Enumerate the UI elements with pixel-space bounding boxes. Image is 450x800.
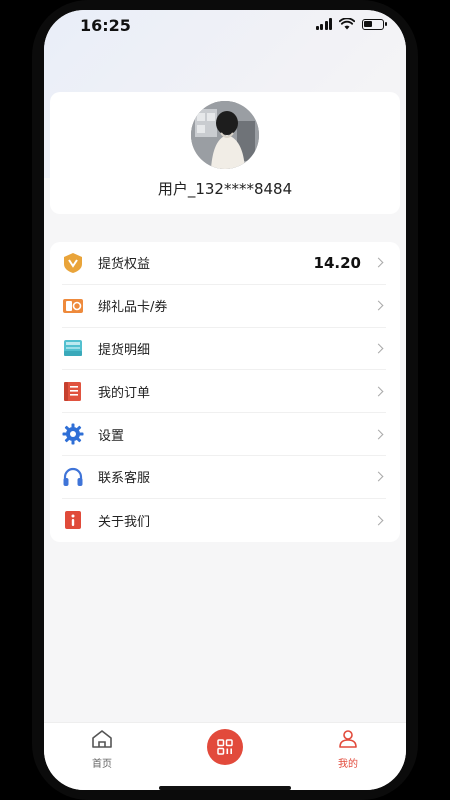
home-icon: [92, 730, 112, 748]
menu-item-label: 我的订单: [98, 385, 151, 401]
gold-badge-icon: [62, 252, 84, 274]
menu-item-label: 联系客服: [98, 471, 151, 487]
tab-home[interactable]: 首页: [62, 729, 142, 770]
chevron-right-icon: [373, 429, 384, 440]
wifi-icon: [339, 18, 355, 30]
tab-home-label: 首页: [92, 759, 112, 770]
menu-list: 提货权益 14.20 绑礼品卡/券 提货明细 我的订单 设置 联系客服 关于我们: [50, 242, 400, 542]
profile-card[interactable]: 用户_132****8484: [50, 92, 400, 214]
status-time: 16:25: [80, 16, 131, 35]
scan-button[interactable]: [207, 729, 243, 765]
menu-item-label: 设置: [98, 428, 125, 444]
headset-icon: [62, 466, 84, 488]
battery-icon: [362, 18, 387, 30]
cellular-signal-icon: [315, 18, 332, 30]
status-icons: [315, 18, 387, 30]
chevron-right-icon: [373, 471, 384, 482]
menu-item-bind-gift-card[interactable]: 绑礼品卡/券: [62, 285, 386, 328]
menu-item-pickup-benefits[interactable]: 提货权益 14.20: [62, 242, 386, 285]
inbox-tray-icon: [62, 337, 84, 359]
avatar[interactable]: [191, 101, 259, 169]
menu-item-my-orders[interactable]: 我的订单: [62, 370, 386, 414]
chevron-right-icon: [373, 343, 384, 354]
chevron-right-icon: [373, 257, 384, 268]
chevron-right-icon: [373, 300, 384, 311]
order-list-icon: [62, 380, 84, 402]
info-icon: [62, 509, 84, 531]
username: 用户_132****8484: [157, 180, 293, 198]
tab-mine[interactable]: 我的: [308, 729, 388, 770]
menu-item-pickup-details[interactable]: 提货明细: [62, 328, 386, 371]
menu-item-about-us[interactable]: 关于我们: [62, 499, 386, 542]
gear-icon: [62, 423, 84, 445]
bottom-tab-bar: 首页 我的: [44, 722, 406, 790]
home-indicator: [159, 786, 291, 790]
menu-item-label: 提货权益: [98, 257, 151, 273]
tab-mine-label: 我的: [338, 759, 358, 770]
user-icon: [339, 730, 357, 748]
chevron-right-icon: [373, 515, 384, 526]
qr-code-icon: [217, 739, 233, 755]
menu-item-customer-service[interactable]: 联系客服: [62, 456, 386, 499]
benefits-value: 14.20: [313, 253, 361, 272]
chevron-right-icon: [373, 386, 384, 397]
menu-item-label: 关于我们: [98, 514, 151, 530]
app-screen: 16:25 用户_132****8484 提货权益 14.20 绑礼品卡/券 提…: [44, 10, 406, 790]
menu-item-label: 绑礼品卡/券: [98, 300, 168, 316]
menu-item-label: 提货明细: [98, 342, 151, 358]
gift-card-icon: [62, 295, 84, 317]
status-bar: 16:25: [44, 10, 406, 44]
menu-item-settings[interactable]: 设置: [62, 413, 386, 456]
